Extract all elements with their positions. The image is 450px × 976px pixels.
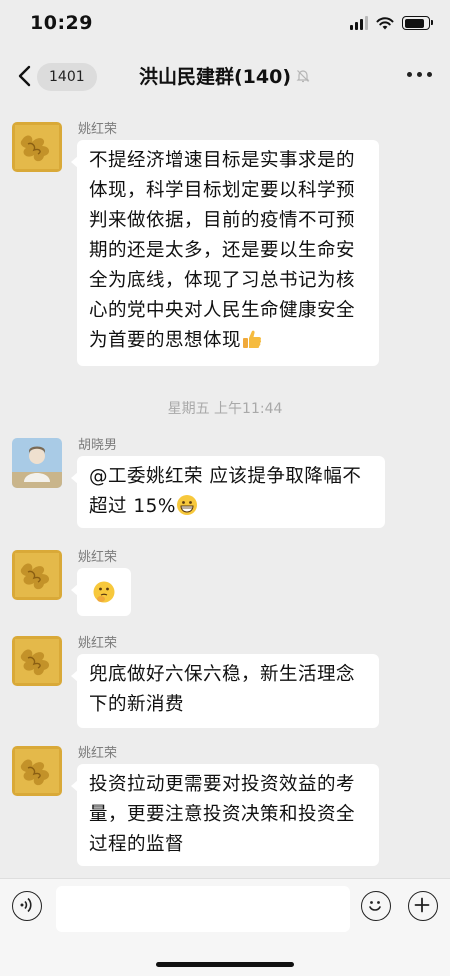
home-indicator (156, 962, 294, 967)
more-dots-icon[interactable] (407, 72, 432, 77)
time-separator: 星期五 上午11:44 (167, 401, 283, 417)
wifi-icon (376, 17, 394, 30)
avatar[interactable] (12, 550, 62, 600)
avatar[interactable] (12, 122, 62, 172)
battery-icon (402, 16, 433, 30)
status-bar: 10:29 (0, 0, 450, 46)
avatar[interactable] (12, 746, 62, 796)
voice-icon[interactable] (12, 891, 42, 921)
message-text: 投资拉动更需要对投资效益的考量，更要注意投资决策和投资全过程的监督 (89, 774, 356, 855)
message-bubble[interactable]: 兜底做好六保六稳，新生活理念下的新消费 (71, 654, 379, 728)
mute-bell-icon (296, 70, 310, 83)
message-text: 兜底做好六保六稳，新生活理念下的新消费 (89, 664, 356, 715)
sender-name: 胡晓男 (78, 438, 118, 453)
thinking-emoji-icon (93, 581, 115, 603)
sender-name: 姚红荣 (78, 746, 118, 761)
sender-name: 姚红荣 (78, 550, 118, 565)
message-bubble[interactable]: 不提经济增速目标是实事求是的体现，科学目标划定要以科学预判来做依据，目前的疫情不… (71, 140, 379, 366)
emoji-icon[interactable] (361, 891, 391, 921)
plus-icon[interactable] (408, 891, 438, 921)
message-bubble[interactable]: @工委姚红荣 应该提争取降幅不超过 15% (71, 456, 385, 528)
avatar[interactable] (12, 636, 62, 686)
sender-name: 姚红荣 (78, 636, 118, 651)
chat-title-wrap: 洪山民建群(140) (0, 62, 450, 89)
thumbs-up-icon (243, 330, 262, 348)
chat-header: 1401 洪山民建群(140) (0, 50, 450, 104)
status-time: 10:29 (30, 12, 93, 34)
avatar[interactable] (12, 438, 62, 488)
grin-emoji-icon (177, 495, 197, 515)
chat-title[interactable]: 洪山民建群(140) (139, 66, 291, 88)
message-bubble[interactable] (71, 568, 131, 616)
status-icons (350, 14, 433, 32)
signal-icon (350, 16, 368, 30)
message-bubble[interactable]: 投资拉动更需要对投资效益的考量，更要注意投资决策和投资全过程的监督 (71, 764, 379, 866)
message-text: 不提经济增速目标是实事求是的体现，科学目标划定要以科学预判来做依据，目前的疫情不… (89, 150, 356, 351)
message-input[interactable] (56, 886, 350, 932)
message-text: @工委姚红荣 应该提争取降幅不超过 15% (89, 466, 362, 517)
sender-name: 姚红荣 (78, 122, 118, 137)
